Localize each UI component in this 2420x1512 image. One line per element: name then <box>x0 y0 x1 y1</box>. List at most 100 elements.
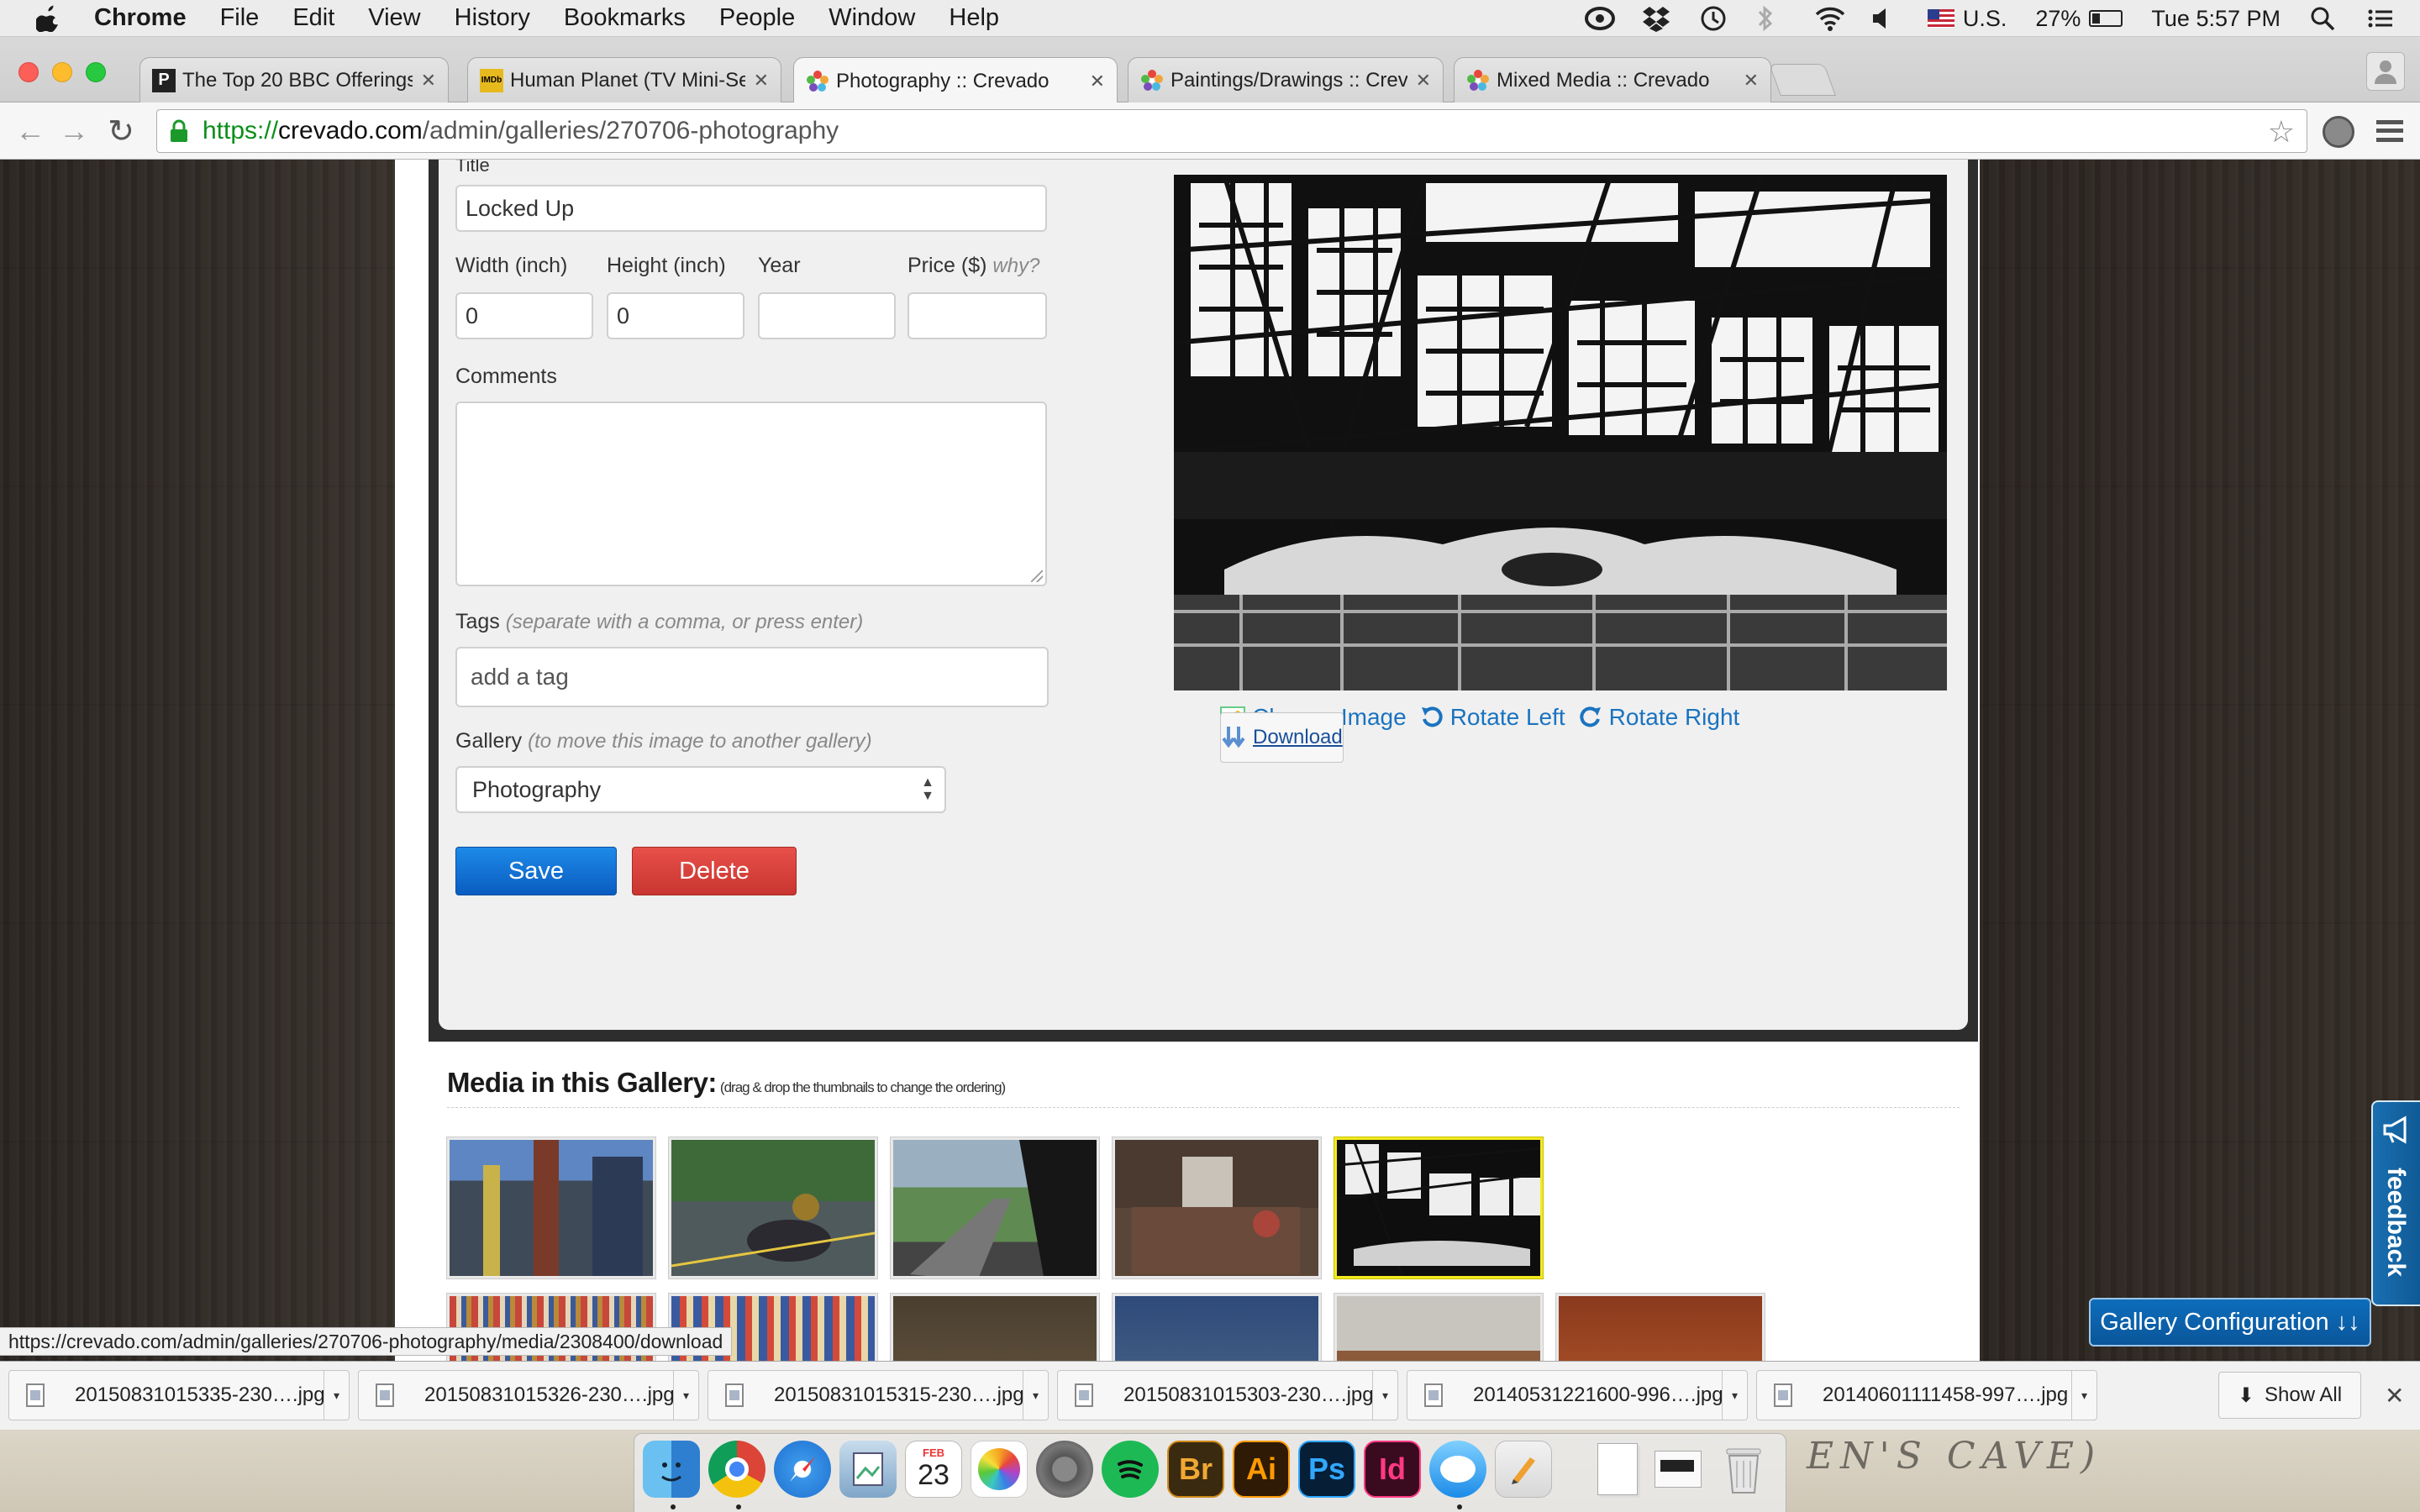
gallery-thumbnail[interactable] <box>891 1294 1099 1361</box>
input-source[interactable]: U.S. <box>1927 6 2007 32</box>
gallery-thumbnail[interactable] <box>1113 1294 1321 1361</box>
download-item[interactable]: 20150831015315-230….jpg ▾ <box>708 1370 1049 1420</box>
back-arrow-icon[interactable]: ← <box>13 113 47 148</box>
close-shelf-icon[interactable]: ✕ <box>2385 1382 2404 1410</box>
close-tab-icon[interactable]: ✕ <box>421 70 436 92</box>
download-menu-caret-icon[interactable]: ▾ <box>1023 1371 1048 1420</box>
menu-file[interactable]: File <box>220 4 260 32</box>
creative-cloud-icon[interactable] <box>1584 4 1615 33</box>
menu-clock[interactable]: Tue 5:57 PM <box>2151 6 2281 32</box>
spotlight-search-icon[interactable] <box>2309 4 2338 33</box>
adobe-illustrator-icon[interactable]: Ai <box>1233 1441 1290 1498</box>
chrome-icon[interactable] <box>708 1441 765 1498</box>
time-machine-icon[interactable] <box>1699 4 1728 33</box>
tab-paintings-drawings[interactable]: Paintings/Drawings :: Crev ✕ <box>1128 57 1444 102</box>
gallery-thumbnail[interactable] <box>891 1137 1099 1278</box>
rotate-left-link[interactable]: Rotate Left <box>1420 704 1565 731</box>
gallery-thumbnail[interactable] <box>669 1137 877 1278</box>
download-item[interactable]: 20150831015335-230….jpg ▾ <box>8 1370 350 1420</box>
menu-history[interactable]: History <box>455 4 530 32</box>
tab-human-planet[interactable]: IMDb Human Planet (TV Mini-Ser ✕ <box>467 57 781 102</box>
spotify-icon[interactable] <box>1102 1441 1159 1498</box>
system-preferences-icon[interactable] <box>1036 1441 1093 1498</box>
download-menu-caret-icon[interactable]: ▾ <box>2071 1371 2096 1420</box>
gallery-select[interactable]: Photography ▲ ▼ <box>455 766 946 813</box>
screenshot-stack-icon[interactable] <box>1649 1441 1707 1498</box>
adobe-photoshop-icon[interactable]: Ps <box>1298 1441 1355 1498</box>
feedback-tab[interactable]: feedback <box>2371 1100 2420 1306</box>
tab-photography-crevado[interactable]: Photography :: Crevado ✕ <box>793 57 1118 104</box>
notification-center-icon[interactable] <box>2366 4 2395 33</box>
download-item[interactable]: 20140601111458-997….jpg ▾ <box>1756 1370 2097 1420</box>
close-window-button[interactable] <box>18 62 39 82</box>
finder-icon[interactable] <box>643 1441 700 1498</box>
close-tab-icon[interactable]: ✕ <box>754 70 769 92</box>
width-input[interactable]: 0 <box>455 292 593 339</box>
gallery-thumbnail[interactable] <box>447 1137 655 1278</box>
close-tab-icon[interactable]: ✕ <box>1744 70 1759 92</box>
price-why-link[interactable]: why? <box>992 255 1039 277</box>
safari-icon[interactable] <box>774 1441 831 1498</box>
volume-icon[interactable] <box>1870 4 1899 33</box>
rotate-right-link[interactable]: Rotate Right <box>1579 704 1739 731</box>
adobe-bridge-icon[interactable]: Br <box>1167 1441 1224 1498</box>
download-link[interactable]: Download <box>1220 712 1344 763</box>
download-item[interactable]: 20150831015303-230….jpg ▾ <box>1057 1370 1398 1420</box>
year-input[interactable] <box>758 292 896 339</box>
wifi-icon[interactable] <box>1813 4 1845 33</box>
extension-icon[interactable] <box>2323 116 2354 148</box>
preview-app-icon[interactable] <box>839 1441 897 1498</box>
download-menu-caret-icon[interactable]: ▾ <box>1722 1371 1747 1420</box>
gallery-thumbnail-selected[interactable] <box>1334 1137 1543 1278</box>
apple-menu-icon[interactable] <box>35 4 60 33</box>
save-button[interactable]: Save <box>455 847 617 895</box>
forward-arrow-icon[interactable]: → <box>57 113 91 148</box>
download-menu-caret-icon[interactable]: ▾ <box>673 1371 698 1420</box>
bookmark-star-icon[interactable]: ☆ <box>2268 117 2295 147</box>
comments-textarea[interactable] <box>455 402 1047 586</box>
download-menu-caret-icon[interactable]: ▾ <box>324 1371 349 1420</box>
reload-icon[interactable]: ↻ <box>104 114 138 150</box>
chrome-menu-icon[interactable] <box>2376 118 2403 144</box>
height-input[interactable]: 0 <box>607 292 744 339</box>
tab-mixed-media[interactable]: Mixed Media :: Crevado ✕ <box>1454 57 1771 102</box>
address-bar[interactable]: https://crevado.com/admin/galleries/2707… <box>156 109 2307 153</box>
show-all-downloads-button[interactable]: ⬇ Show All <box>2218 1372 2361 1419</box>
document-stack-icon[interactable] <box>1589 1441 1646 1498</box>
menu-view[interactable]: View <box>368 4 420 32</box>
battery-status[interactable]: 27% <box>2035 6 2123 32</box>
delete-button[interactable]: Delete <box>632 847 797 895</box>
bluetooth-icon[interactable] <box>1756 4 1785 33</box>
download-item[interactable]: 20150831015326-230….jpg ▾ <box>358 1370 699 1420</box>
zoom-window-button[interactable] <box>86 62 106 82</box>
gallery-configuration-button[interactable]: Gallery Configuration ↓↓ <box>2089 1298 2371 1347</box>
trash-icon[interactable] <box>1715 1441 1772 1498</box>
download-item[interactable]: 20140531221600-996….jpg ▾ <box>1407 1370 1748 1420</box>
gallery-thumbnail[interactable] <box>1556 1294 1765 1361</box>
menu-chrome[interactable]: Chrome <box>94 4 187 32</box>
menu-bookmarks[interactable]: Bookmarks <box>564 4 686 32</box>
gallery-thumbnail[interactable] <box>1334 1294 1543 1361</box>
resize-grip-icon[interactable] <box>1031 570 1043 582</box>
close-tab-icon[interactable]: ✕ <box>1416 70 1431 92</box>
menu-edit[interactable]: Edit <box>292 4 334 32</box>
gallery-thumbnail[interactable] <box>1113 1137 1321 1278</box>
pages-icon[interactable] <box>1495 1441 1552 1498</box>
title-input[interactable]: Locked Up <box>455 185 1047 232</box>
dropbox-icon[interactable] <box>1642 4 1670 33</box>
calendar-icon[interactable]: FEB 23 <box>905 1441 962 1498</box>
minimize-window-button[interactable] <box>52 62 72 82</box>
menu-window[interactable]: Window <box>829 4 915 32</box>
tab-bbc-offerings[interactable]: P The Top 20 BBC Offerings a ✕ <box>139 57 449 102</box>
menu-help[interactable]: Help <box>949 4 999 32</box>
profile-person-icon[interactable] <box>2366 52 2405 91</box>
messages-icon[interactable] <box>1429 1441 1486 1498</box>
close-tab-icon[interactable]: ✕ <box>1090 71 1105 92</box>
new-tab-button[interactable] <box>1769 64 1836 96</box>
photos-icon[interactable] <box>971 1441 1028 1498</box>
menu-people[interactable]: People <box>719 4 795 32</box>
tags-input[interactable]: add a tag <box>455 647 1049 707</box>
adobe-indesign-icon[interactable]: Id <box>1364 1441 1421 1498</box>
price-input[interactable] <box>908 292 1047 339</box>
download-menu-caret-icon[interactable]: ▾ <box>1372 1371 1397 1420</box>
